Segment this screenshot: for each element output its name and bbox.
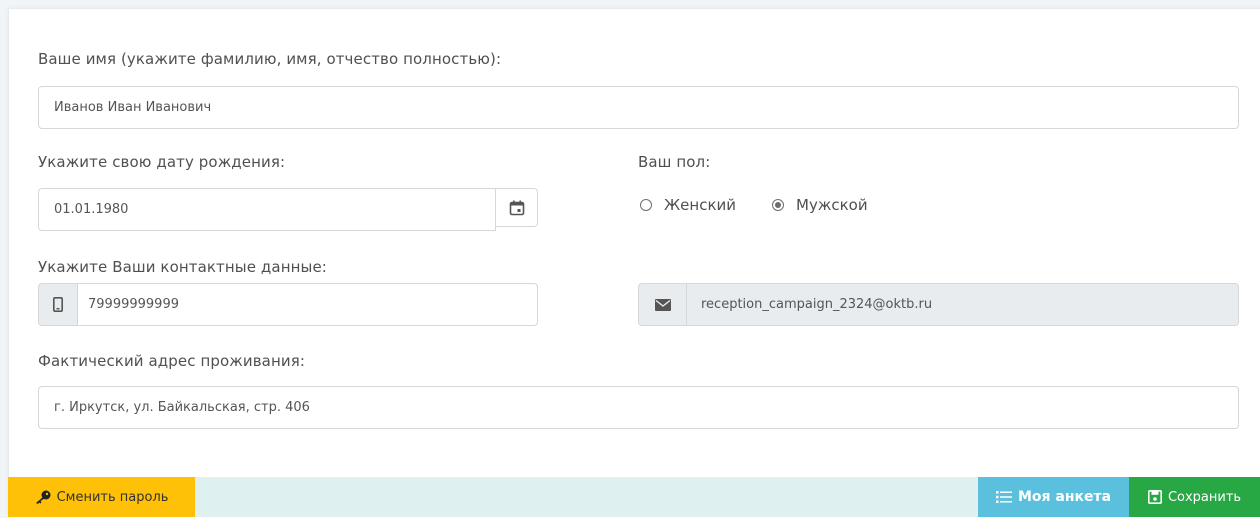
- phone-field[interactable]: 79999999999: [77, 283, 538, 326]
- gender-female-radio[interactable]: [640, 199, 652, 211]
- change-password-button[interactable]: Сменить пароль: [8, 477, 195, 517]
- change-password-label: Сменить пароль: [56, 489, 169, 505]
- birthdate-label: Укажите свою дату рождения:: [38, 153, 286, 171]
- save-button[interactable]: Сохранить: [1129, 477, 1260, 517]
- contacts-label: Укажите Ваши контактные данные:: [38, 258, 327, 276]
- email-value: reception_campaign_2324@oktb.ru: [701, 297, 933, 312]
- email-field: reception_campaign_2324@oktb.ru: [686, 283, 1239, 326]
- phone-addon: [38, 283, 78, 326]
- address-value: г. Иркутск, ул. Байкальская, стр. 406: [54, 400, 310, 415]
- full-name-value: Иванов Иван Иванович: [54, 100, 212, 115]
- mobile-phone-icon: [53, 297, 63, 312]
- envelope-icon: [654, 298, 671, 311]
- full-name-field[interactable]: Иванов Иван Иванович: [38, 86, 1239, 129]
- birthdate-value: 01.01.1980: [54, 202, 129, 217]
- gender-male-label[interactable]: Мужской: [796, 196, 868, 214]
- name-label: Ваше имя (укажите фамилию, имя, отчество…: [38, 50, 502, 68]
- email-addon: [638, 283, 687, 326]
- key-icon: [35, 490, 51, 504]
- phone-value: 79999999999: [88, 297, 179, 312]
- my-form-button[interactable]: Моя анкета: [978, 477, 1129, 517]
- floppy-disk-icon: [1147, 490, 1162, 504]
- gender-radio-group: Женский Мужской: [640, 196, 868, 214]
- birthdate-calendar-button[interactable]: [495, 188, 538, 227]
- address-label: Фактический адрес проживания:: [38, 352, 305, 370]
- my-form-label: Моя анкета: [1017, 489, 1112, 505]
- gender-female-label[interactable]: Женский: [664, 196, 736, 214]
- list-icon: [995, 491, 1012, 503]
- gender-male-radio[interactable]: [772, 199, 784, 211]
- save-label: Сохранить: [1167, 489, 1242, 505]
- birthdate-field[interactable]: 01.01.1980: [38, 188, 496, 231]
- gender-label: Ваш пол:: [638, 153, 711, 171]
- calendar-icon: [509, 200, 524, 215]
- address-field[interactable]: г. Иркутск, ул. Байкальская, стр. 406: [38, 386, 1239, 429]
